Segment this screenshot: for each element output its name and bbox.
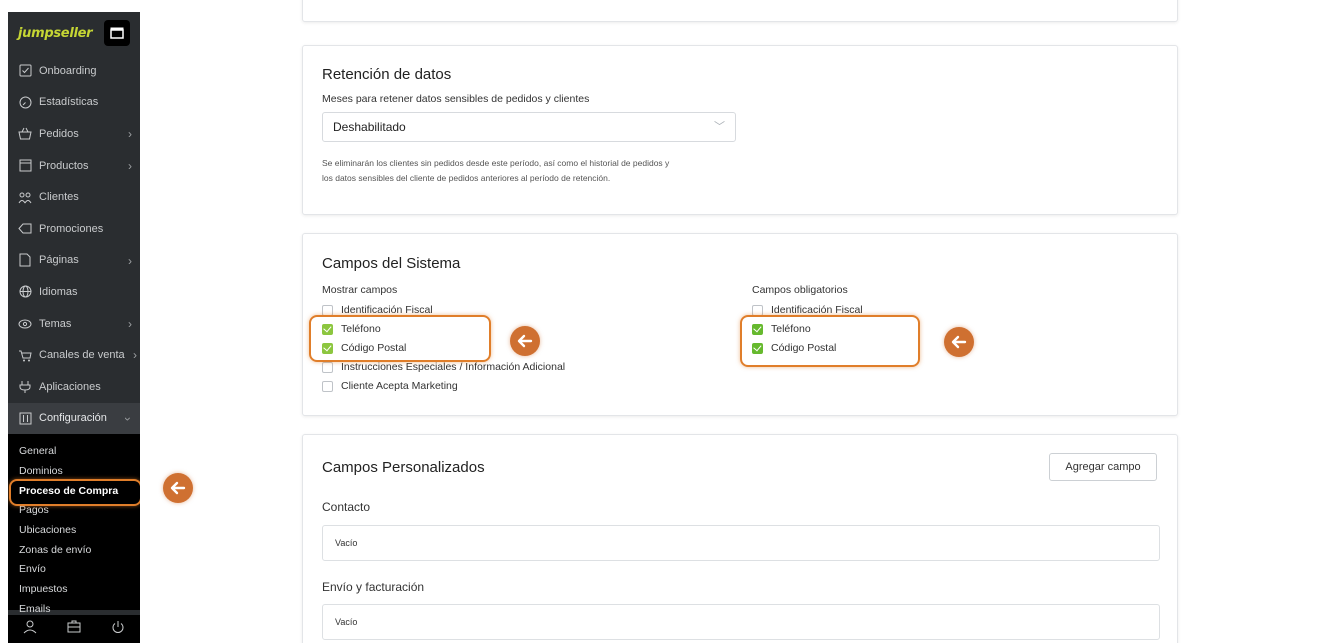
- sidebar-item-label: Aplicaciones: [39, 380, 101, 393]
- sidebar-item-clientes[interactable]: Clientes: [8, 181, 140, 213]
- section-title-envio-facturacion: Envío y facturación: [322, 580, 425, 594]
- retention-select[interactable]: Deshabilitado ﹀: [322, 112, 736, 142]
- sidebar-item-label: Promociones: [39, 222, 104, 235]
- retention-help: Se eliminarán los clientes sin pedidos d…: [322, 156, 752, 186]
- chevron-right-icon: ›: [133, 348, 137, 363]
- globe-icon: [18, 285, 32, 299]
- store-icon[interactable]: [104, 20, 130, 46]
- sidebar-item-label: Canales de venta: [39, 349, 125, 362]
- show-field-instrucciones[interactable]: Instrucciones Especiales / Información A…: [322, 361, 565, 373]
- highlight-box: [309, 315, 491, 362]
- sidebar-header: jumpseller: [8, 12, 140, 55]
- sidebar-item-label: Páginas: [39, 254, 79, 267]
- custom-fields-title: Campos Personalizados: [322, 459, 485, 476]
- chevron-down-icon: ›: [121, 416, 135, 421]
- chevron-right-icon: ›: [128, 127, 132, 142]
- sidebar-item-promociones[interactable]: Promociones: [8, 213, 140, 245]
- retention-field-label: Meses para retener datos sensibles de pe…: [322, 93, 590, 105]
- sidebar-item-label: Idiomas: [39, 285, 78, 298]
- checkbox[interactable]: [322, 380, 333, 392]
- retention-select-value: Deshabilitado: [333, 120, 406, 134]
- sliders-icon: [18, 411, 32, 425]
- show-fields-label: Mostrar campos: [322, 284, 398, 296]
- sidebar-item-paginas[interactable]: Páginas ›: [8, 245, 140, 277]
- settings-submenu: General Dominios Proceso de Compra Pagos…: [8, 434, 140, 615]
- sidebar-item-label: Clientes: [39, 191, 79, 204]
- sidebar-item-label: Temas: [39, 317, 72, 330]
- briefcase-icon[interactable]: [67, 620, 81, 638]
- section-title-contacto: Contacto: [322, 500, 371, 514]
- highlight-box: [740, 315, 920, 367]
- custom-fields-card: Campos Personalizados Agregar campo Cont…: [302, 434, 1178, 643]
- sidebar-item-onboarding[interactable]: Onboarding: [8, 55, 140, 87]
- sidebar-footer: [8, 615, 140, 643]
- arrow-left-icon: [944, 327, 974, 357]
- required-fields-label: Campos obligatorios: [752, 284, 848, 296]
- gauge-icon: [18, 95, 32, 109]
- sidebar-item-productos[interactable]: Productos ›: [8, 150, 140, 182]
- sidebar-item-idiomas[interactable]: Idiomas: [8, 276, 140, 308]
- box-icon: [18, 159, 32, 173]
- submenu-item-envio[interactable]: Envío: [8, 560, 140, 580]
- sidebar-item-label: Estadísticas: [39, 96, 99, 109]
- sidebar-nav: Onboarding Estadísticas Pedidos › Produc…: [8, 55, 140, 435]
- users-icon: [18, 190, 32, 204]
- sidebar-item-temas[interactable]: Temas ›: [8, 308, 140, 340]
- chevron-down-icon: ﹀: [714, 121, 725, 133]
- system-fields-title: Campos del Sistema: [322, 255, 461, 272]
- cart-icon: [18, 348, 32, 362]
- sidebar-item-label: Configuración: [39, 412, 107, 425]
- submenu-item-impuestos[interactable]: Impuestos: [8, 580, 140, 600]
- submenu-item-general[interactable]: General: [8, 442, 140, 462]
- sidebar-item-label: Productos: [39, 159, 89, 172]
- chevron-right-icon: ›: [128, 158, 132, 173]
- sidebar-item-label: Pedidos: [39, 127, 79, 140]
- submenu-item-zonas-de-envio[interactable]: Zonas de envío: [8, 541, 140, 561]
- checkbox[interactable]: [322, 304, 333, 316]
- arrow-left-icon: [510, 326, 540, 356]
- contacto-fields-list: Vacío: [322, 525, 1160, 561]
- envio-facturacion-fields-list: Vacío: [322, 604, 1160, 640]
- power-icon[interactable]: [111, 620, 125, 639]
- sidebar-item-configuracion[interactable]: Configuración ›: [8, 402, 140, 435]
- checkbox-icon: [18, 64, 32, 78]
- submenu-item-ubicaciones[interactable]: Ubicaciones: [8, 521, 140, 541]
- checkbox-label: Cliente Acepta Marketing: [341, 380, 458, 392]
- eye-icon: [18, 317, 32, 331]
- chevron-right-icon: ›: [128, 316, 132, 331]
- user-icon[interactable]: [23, 620, 37, 639]
- chevron-right-icon: ›: [128, 253, 132, 268]
- sidebar: jumpseller Onboarding Estadísticas Pedid…: [8, 12, 140, 643]
- add-field-button[interactable]: Agregar campo: [1049, 453, 1157, 481]
- checkbox[interactable]: [322, 361, 333, 373]
- show-field-cliente-acepta-marketing[interactable]: Cliente Acepta Marketing: [322, 380, 458, 392]
- retention-title: Retención de datos: [322, 66, 452, 83]
- top-card: [302, 0, 1178, 22]
- checkbox[interactable]: [752, 304, 763, 316]
- checkbox-label: Instrucciones Especiales / Información A…: [341, 361, 566, 373]
- plug-icon: [18, 380, 32, 394]
- jumpseller-logo[interactable]: jumpseller: [18, 26, 93, 41]
- system-fields-card: Campos del Sistema Mostrar campos Campos…: [302, 233, 1178, 416]
- basket-icon: [18, 127, 32, 141]
- arrow-left-icon: [163, 473, 193, 503]
- retention-card: Retención de datos Meses para retener da…: [302, 45, 1178, 215]
- sidebar-item-label: Onboarding: [39, 64, 97, 77]
- page-icon: [18, 253, 32, 267]
- sidebar-item-canales-de-venta[interactable]: Canales de venta ›: [8, 339, 140, 371]
- sidebar-item-pedidos[interactable]: Pedidos ›: [8, 118, 140, 150]
- help-line: los datos sensibles del cliente de pedid…: [322, 173, 611, 183]
- highlight-box: [9, 479, 140, 507]
- sidebar-item-aplicaciones[interactable]: Aplicaciones: [8, 371, 140, 403]
- help-line: Se eliminarán los clientes sin pedidos d…: [322, 158, 670, 168]
- sidebar-item-estadisticas[interactable]: Estadísticas: [8, 87, 140, 119]
- tag-icon: [18, 222, 32, 236]
